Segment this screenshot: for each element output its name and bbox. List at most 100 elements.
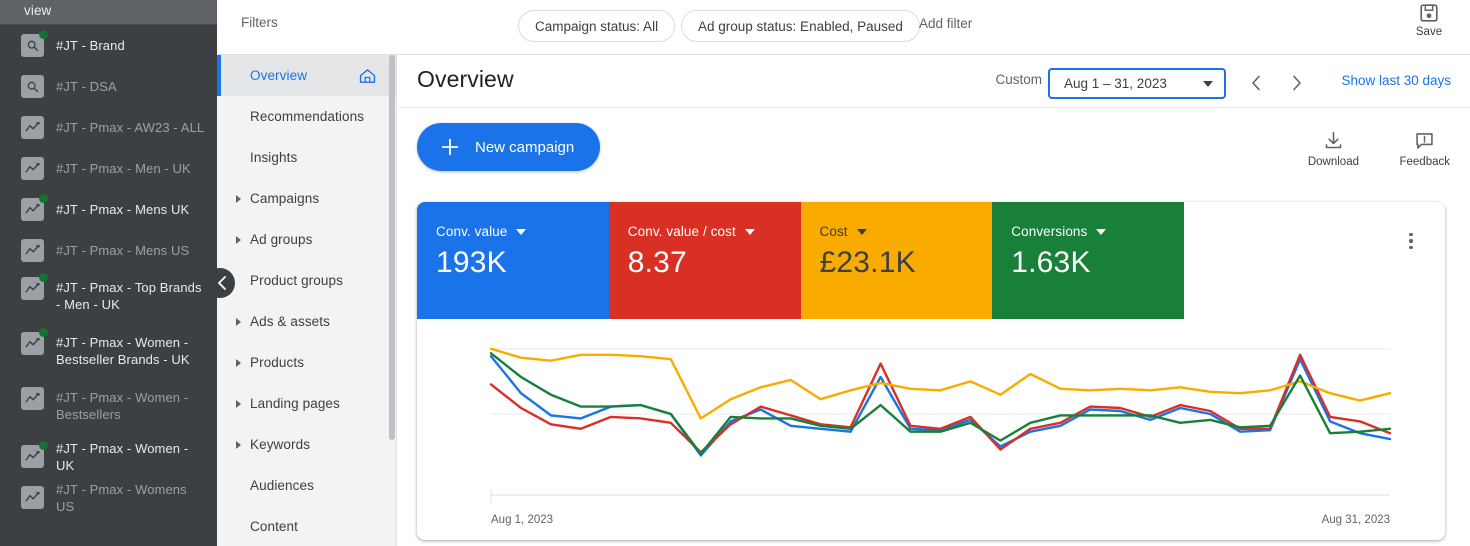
account-list-item[interactable]: #JT - Pmax - AW23 - ALL bbox=[0, 107, 217, 148]
download-icon bbox=[1325, 131, 1342, 149]
sidebar-view-label: view bbox=[0, 0, 217, 24]
account-active-status-dot bbox=[39, 273, 48, 282]
account-list-item[interactable]: #JT - Pmax - Women - UK bbox=[0, 436, 217, 477]
chart-series-conversions bbox=[489, 352, 1392, 456]
scorecard-metric-value: 193K bbox=[436, 246, 507, 279]
account-list-item-label: #JT - Pmax - Women - UK bbox=[56, 440, 189, 473]
account-list-item-label: #JT - Pmax - Women - Bestseller Brands -… bbox=[56, 335, 190, 367]
chevron-right-icon bbox=[236, 440, 241, 449]
chevron-right-icon bbox=[236, 317, 241, 326]
nav-item-insights[interactable]: Insights bbox=[217, 137, 396, 178]
account-list-item-label: #JT - Brand bbox=[56, 38, 125, 53]
next-period-button[interactable] bbox=[1283, 69, 1311, 97]
feedback-icon bbox=[1416, 133, 1433, 149]
account-list-item[interactable]: #JT - Pmax - Mens US bbox=[0, 230, 217, 271]
account-list-item-label: #JT - Pmax - Mens UK bbox=[56, 202, 190, 217]
nav-item-product-groups[interactable]: Product groups bbox=[217, 260, 396, 301]
account-sidebar: view #JT - Brand #JT - DSA #JT - Pmax - AW… bbox=[0, 0, 217, 546]
performance-line-chart[interactable]: Aug 1, 2023 Aug 31, 2023 bbox=[417, 319, 1445, 540]
scorecard-conv-value[interactable]: Conv. value 193K bbox=[417, 202, 609, 319]
nav-item-content[interactable]: Content bbox=[217, 506, 396, 546]
chart-series-conv-value-cost bbox=[489, 353, 1392, 454]
save-button-label: Save bbox=[1415, 26, 1443, 38]
home-icon bbox=[359, 68, 376, 83]
previous-period-button[interactable] bbox=[1242, 69, 1270, 97]
account-list-item-label: #JT - Pmax - Top Brands - Men - UK bbox=[56, 280, 202, 312]
kebab-dot bbox=[1409, 239, 1413, 243]
scorecard-metric-value: 1.63K bbox=[1011, 246, 1091, 279]
show-last-30-days-button[interactable]: Show last 30 days bbox=[1341, 73, 1451, 88]
kebab-dot bbox=[1409, 232, 1413, 237]
filter-bar: Filters Campaign status: All Ad group st… bbox=[217, 0, 1470, 55]
action-row: New campaign Download Feedback bbox=[398, 108, 1470, 202]
nav-item-recommendations[interactable]: Recommendations bbox=[217, 96, 396, 137]
chevron-down-icon[interactable] bbox=[516, 228, 527, 235]
feedback-button[interactable]: Feedback bbox=[1399, 130, 1450, 168]
trend-icon bbox=[21, 116, 44, 139]
nav-scrollbar-thumb[interactable] bbox=[389, 55, 395, 440]
nav-item-overview[interactable]: Overview bbox=[217, 55, 396, 96]
filter-chip-campaign-status[interactable]: Campaign status: All bbox=[518, 10, 676, 42]
chevron-right-icon bbox=[236, 399, 241, 408]
scorecard-cost[interactable]: Cost £23.1K bbox=[800, 202, 993, 319]
scorecard-conversions[interactable]: Conversions 1.63K bbox=[992, 202, 1184, 319]
account-list-item[interactable]: #JT - Pmax - Women - Bestseller Brands -… bbox=[0, 326, 217, 381]
nav-item-ad-groups[interactable]: Ad groups bbox=[217, 219, 396, 260]
nav-item-landing-pages[interactable]: Landing pages bbox=[217, 383, 396, 424]
scorecard-header[interactable]: Conv. value / cost bbox=[628, 224, 801, 239]
account-list-item[interactable]: #JT - Pmax - Top Brands - Men - UK bbox=[0, 271, 217, 326]
scorecard-metric-value: £23.1K bbox=[819, 246, 916, 279]
account-list-item[interactable]: #JT - Pmax - Women - Bestsellers bbox=[0, 381, 217, 436]
chevron-down-icon[interactable] bbox=[744, 228, 755, 235]
account-list-item-label: #JT - Pmax - Men - UK bbox=[56, 161, 191, 176]
chevron-down-icon[interactable] bbox=[856, 228, 867, 235]
account-list-item[interactable]: #JT - DSA bbox=[0, 66, 217, 107]
card-options-menu-button[interactable] bbox=[1399, 229, 1423, 253]
nav-item-label: Content bbox=[250, 519, 298, 534]
scorecard-metric-value: 8.37 bbox=[627, 246, 687, 279]
account-list-item-label: #JT - Pmax - Mens US bbox=[56, 243, 190, 258]
add-filter-button[interactable]: Add filter bbox=[919, 16, 972, 31]
account-list-item[interactable]: #JT - Brand bbox=[0, 25, 217, 66]
new-campaign-button[interactable]: New campaign bbox=[417, 123, 601, 171]
trend-icon bbox=[21, 441, 48, 468]
account-list-item[interactable]: #JT - Pmax - Men - UK bbox=[0, 148, 217, 189]
scorecard-header[interactable]: Cost bbox=[820, 224, 993, 239]
save-button[interactable]: Save bbox=[1398, 2, 1460, 38]
nav-item-campaigns[interactable]: Campaigns bbox=[217, 178, 396, 219]
scorecard-conv-value-cost[interactable]: Conv. value / cost 8.37 bbox=[608, 202, 801, 319]
nav-item-products[interactable]: Products bbox=[217, 342, 396, 383]
date-range-type-label: Custom bbox=[995, 72, 1042, 87]
nav-item-ads-assets[interactable]: Ads & assets bbox=[217, 301, 396, 342]
date-range-value: Aug 1 – 31, 2023 bbox=[1064, 76, 1167, 91]
nav-scrollbar[interactable] bbox=[389, 55, 396, 546]
trend-icon bbox=[21, 194, 48, 221]
scorecard-metric-label: Cost bbox=[819, 224, 848, 239]
kebab-dot bbox=[1409, 245, 1413, 250]
chart-series-cost bbox=[489, 347, 1392, 420]
nav-item-label: Ads & assets bbox=[250, 314, 330, 329]
chevron-down-icon[interactable] bbox=[1096, 228, 1107, 235]
filter-chip-adgroup-status[interactable]: Ad group status: Enabled, Paused bbox=[681, 10, 920, 42]
scorecard-header[interactable]: Conv. value bbox=[436, 224, 609, 239]
nav-item-audiences[interactable]: Audiences bbox=[217, 465, 396, 506]
account-list-item[interactable]: #JT - Pmax - Mens UK bbox=[0, 189, 217, 230]
section-nav-panel: Overview Recommendations Insights Campaigns… bbox=[217, 55, 397, 546]
scorecard-row: Conv. value 193K Conv. value / cost 8.37 Cos… bbox=[417, 202, 1184, 319]
section-nav-list: Overview Recommendations Insights Campaigns… bbox=[217, 55, 396, 546]
scorecard-header[interactable]: Conversions bbox=[1011, 224, 1184, 239]
account-list-item[interactable]: #JT - Pmax - Womens US bbox=[0, 477, 217, 518]
sidebar-collapse-button[interactable] bbox=[205, 268, 235, 298]
download-button[interactable]: Download bbox=[1308, 130, 1359, 168]
nav-item-label: Products bbox=[250, 355, 305, 370]
account-list-item-label: #JT - Pmax - Womens US bbox=[56, 481, 187, 514]
nav-item-label: Recommendations bbox=[250, 109, 365, 124]
account-list-item-label: #JT - DSA bbox=[56, 79, 117, 94]
chevron-right-icon bbox=[236, 235, 241, 244]
nav-item-keywords[interactable]: Keywords bbox=[217, 424, 396, 465]
trend-icon bbox=[21, 157, 44, 180]
trend-icon bbox=[21, 273, 48, 300]
date-range-picker[interactable]: Aug 1 – 31, 2023 bbox=[1048, 68, 1226, 99]
trend-icon bbox=[21, 239, 44, 262]
nav-item-label: Product groups bbox=[250, 273, 343, 288]
